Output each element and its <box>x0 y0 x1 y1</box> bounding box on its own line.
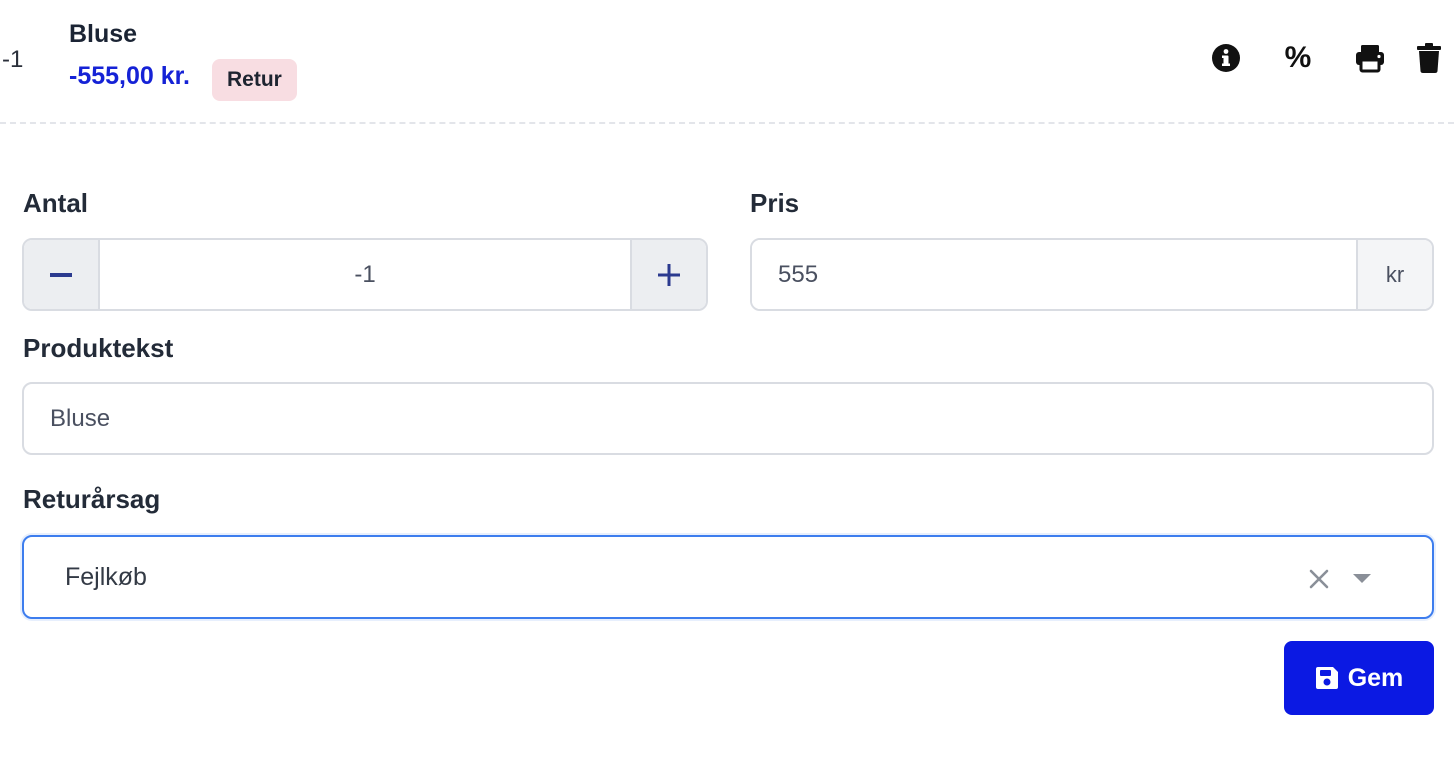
price-input[interactable] <box>752 240 1356 309</box>
chevron-down-icon[interactable] <box>1351 571 1373 585</box>
trash-icon <box>1417 43 1441 73</box>
price-field: kr <box>750 238 1434 311</box>
return-badge: Retur <box>212 59 297 101</box>
printer-icon <box>1356 45 1384 73</box>
line-item-name: Bluse <box>69 20 138 48</box>
discount-label: % <box>1284 41 1312 74</box>
line-item-quantity: -1 <box>2 46 24 73</box>
line-item: -1 Bluse -555,00 kr. Retur % <box>0 0 1454 124</box>
price-unit: kr <box>1356 240 1432 309</box>
save-button-label: Gem <box>1347 663 1404 692</box>
return-reason-label: Returårsag <box>23 484 161 514</box>
quantity-label: Antal <box>23 188 88 218</box>
floppy-disk-icon <box>1315 667 1338 689</box>
minus-icon <box>50 272 72 277</box>
print-button[interactable] <box>1352 40 1388 76</box>
return-reason-value: Fejlkøb <box>65 563 147 591</box>
info-circle-icon <box>1212 44 1240 72</box>
info-button[interactable] <box>1208 40 1244 76</box>
decrement-button[interactable] <box>24 240 100 309</box>
increment-button[interactable] <box>630 240 706 309</box>
quantity-input[interactable] <box>100 240 630 309</box>
delete-button[interactable] <box>1412 40 1446 76</box>
product-text-input[interactable] <box>22 382 1434 455</box>
line-item-price: -555,00 kr. <box>69 62 190 90</box>
return-reason-select[interactable]: Fejlkøb <box>22 535 1434 619</box>
save-button[interactable]: Gem <box>1284 641 1434 715</box>
plus-icon <box>658 263 680 286</box>
price-label: Pris <box>750 188 800 218</box>
discount-button[interactable]: % <box>1278 40 1318 76</box>
product-text-label: Produktekst <box>23 333 174 363</box>
close-icon[interactable] <box>1307 567 1331 591</box>
quantity-stepper <box>22 238 708 311</box>
